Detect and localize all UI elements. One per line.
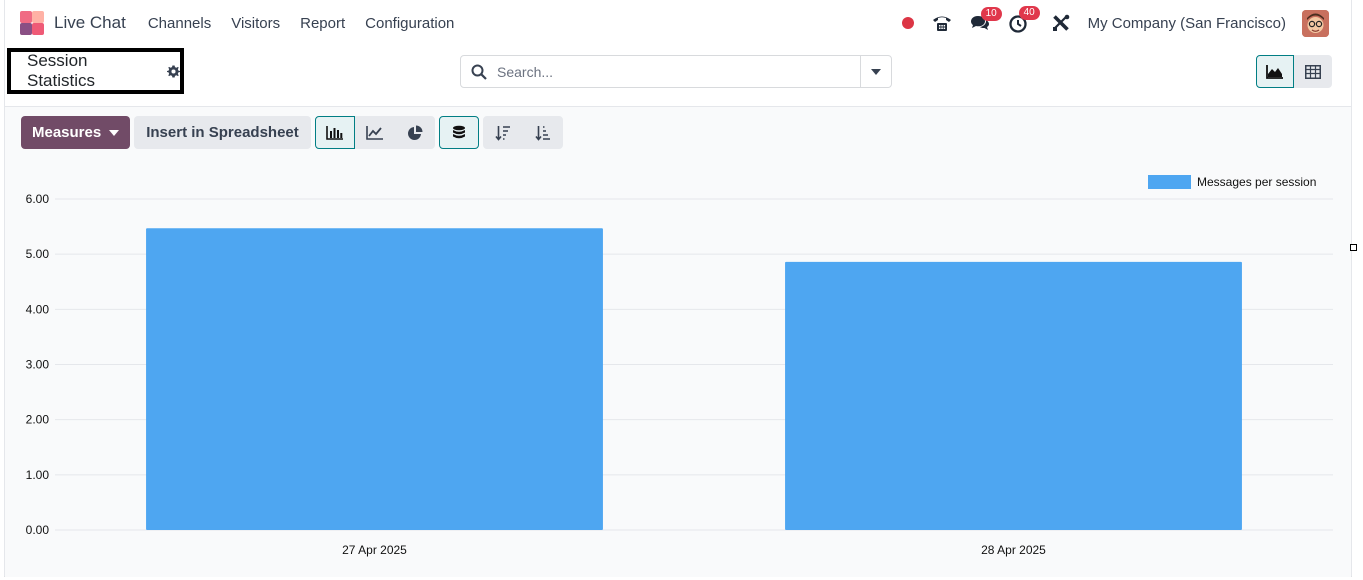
y-tick-label: 4.00: [26, 302, 50, 316]
chart-type-group: [314, 116, 435, 149]
x-tick-label: 28 Apr 2025: [981, 543, 1046, 557]
y-tick-label: 6.00: [26, 192, 50, 206]
recording-status-icon[interactable]: [901, 17, 914, 29]
top-navbar: Live Chat Channels Visitors Report Confi…: [5, 0, 1351, 46]
breadcrumb: Session Statistics: [7, 48, 184, 94]
app-window: Live Chat Channels Visitors Report Confi…: [4, 0, 1357, 577]
search-bar: [460, 55, 892, 88]
messages-badge: 10: [980, 7, 1002, 21]
bar-chart-button[interactable]: [314, 116, 355, 149]
pivot-view-button[interactable]: [1294, 55, 1332, 88]
live-chat-logo-icon: [20, 11, 44, 35]
caret-down-icon: [109, 129, 120, 136]
user-avatar[interactable]: [1302, 9, 1329, 37]
sort-ascending-icon: [535, 125, 550, 141]
sort-descending-icon: [495, 125, 510, 141]
bar-chart-icon: [325, 125, 343, 140]
menu-item-configuration[interactable]: Configuration: [365, 15, 454, 32]
pie-chart-button[interactable]: [394, 116, 435, 149]
area-chart-icon: [1266, 64, 1283, 79]
menu-item-report[interactable]: Report: [300, 15, 345, 32]
y-tick-label: 3.00: [26, 358, 50, 372]
legend-swatch: [1148, 175, 1191, 189]
database-icon: [452, 125, 465, 138]
navbar-systray: 10 40 My Company (San Francisco): [884, 0, 1329, 46]
app-name: Live Chat: [54, 13, 126, 32]
graph-view: Measures Insert in Spreadsheet 0.00 1.00…: [5, 106, 1351, 577]
measures-button[interactable]: Measures: [21, 116, 131, 149]
main-menu: Channels Visitors Report Configuration: [138, 15, 465, 32]
stacked-group: [438, 116, 479, 149]
sort-group: [482, 116, 563, 149]
activities-badge: 40: [1018, 6, 1040, 20]
pie-chart-icon: [407, 125, 423, 140]
app-brand[interactable]: Live Chat: [20, 11, 126, 35]
search-options-toggle[interactable]: [860, 56, 891, 87]
search-input[interactable]: [495, 62, 849, 81]
bar: [146, 228, 603, 530]
measures-label: Measures: [32, 124, 102, 141]
line-chart-button[interactable]: [354, 116, 395, 149]
gear-icon[interactable]: [167, 64, 180, 78]
insert-spreadsheet-button[interactable]: Insert in Spreadsheet: [134, 116, 311, 149]
bar: [785, 261, 1242, 530]
line-chart-icon: [365, 125, 383, 140]
x-tick-label: 27 Apr 2025: [342, 543, 407, 557]
sort-ascending-button[interactable]: [522, 116, 563, 149]
search-icon: [471, 64, 487, 80]
phone-icon[interactable]: [932, 14, 952, 32]
menu-item-visitors[interactable]: Visitors: [231, 15, 280, 32]
legend-label: Messages per session: [1197, 175, 1316, 189]
page-title: Session Statistics: [27, 51, 96, 90]
messages-icon[interactable]: 10: [970, 7, 1002, 32]
graph-view-button[interactable]: [1256, 55, 1294, 88]
activities-clock-icon[interactable]: 40: [1008, 6, 1040, 33]
view-switcher: [1256, 55, 1332, 88]
bar-chart: 0.00 1.00 2.00 3.00 4.00 5.00 6.00 27 Apr 2025 2…: [26, 175, 1333, 557]
caret-down-icon: [871, 68, 881, 75]
debug-tools-icon[interactable]: [1052, 14, 1070, 32]
graph-toolbar: Measures Insert in Spreadsheet: [21, 116, 563, 149]
company-switcher[interactable]: My Company (San Francisco): [1088, 15, 1286, 32]
y-tick-label: 5.00: [26, 247, 50, 261]
y-tick-label: 0.00: [26, 523, 50, 537]
menu-item-channels[interactable]: Channels: [148, 15, 211, 32]
resize-handle[interactable]: [1350, 244, 1357, 251]
sort-descending-button[interactable]: [482, 116, 523, 149]
y-tick-label: 1.00: [26, 468, 50, 482]
y-tick-label: 2.00: [26, 413, 50, 427]
table-icon: [1305, 64, 1321, 79]
stacked-button[interactable]: [438, 116, 479, 149]
